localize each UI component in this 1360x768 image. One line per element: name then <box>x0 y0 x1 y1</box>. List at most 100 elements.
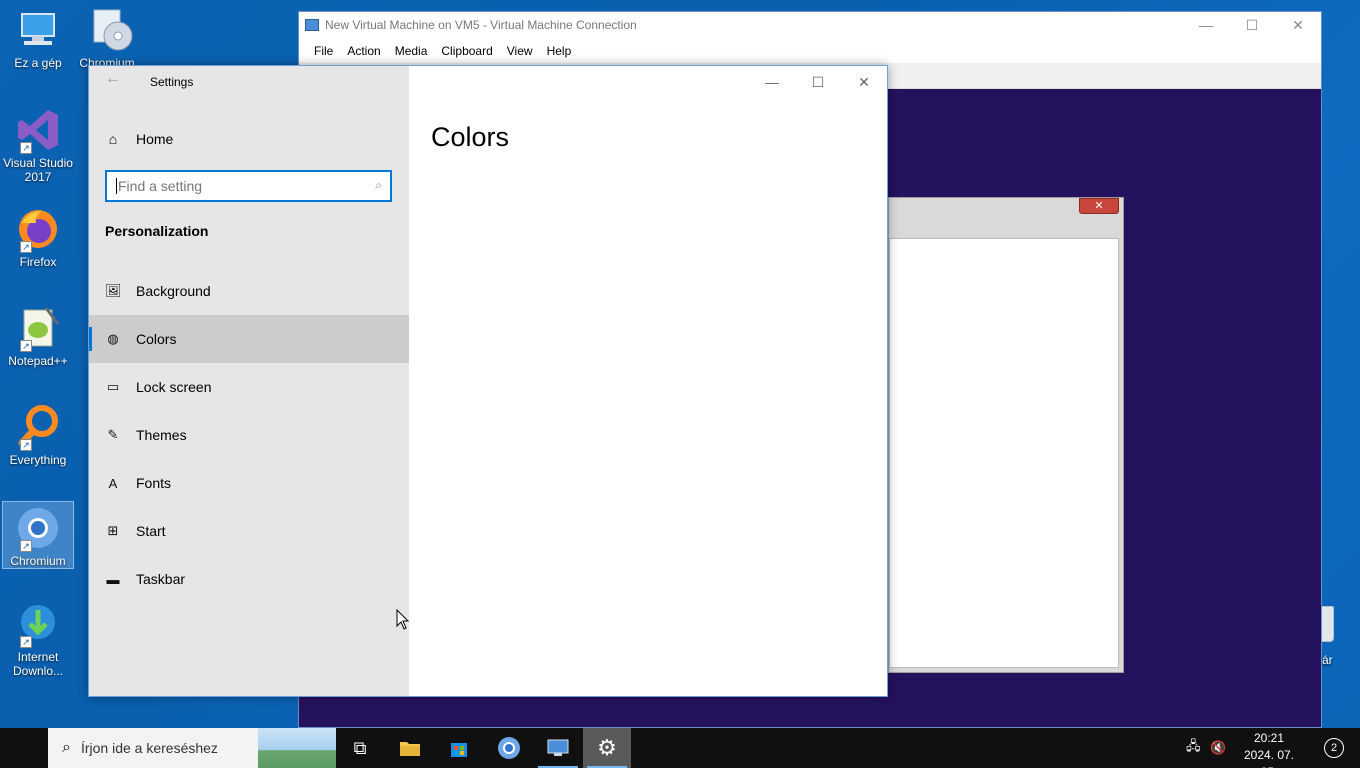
nav-item-colors[interactable]: ◍ Colors <box>89 315 409 363</box>
settings-app-title: Settings <box>150 75 194 89</box>
desktop-icon-this-pc[interactable]: Ez a gép <box>2 6 74 70</box>
minimize-icon[interactable]: — <box>749 66 795 98</box>
guest-dialog-close-button[interactable]: ✕ <box>1079 198 1119 214</box>
clock-time: 20:21 <box>1253 731 1285 745</box>
shortcut-arrow-icon: ↗ <box>20 241 32 253</box>
desktop-icon-internet-download[interactable]: ↗ Internet Downlo... <box>2 600 74 678</box>
volume-muted-icon[interactable]: 🔇 <box>1210 728 1226 768</box>
taskbar: ⌕ Írjon ide a kereséshez ⧉ ⚙ 🖧 🔇 20:21 2… <box>0 728 1360 768</box>
gear-icon: ⚙ <box>597 735 617 760</box>
minimize-icon[interactable]: — <box>1183 12 1229 38</box>
shortcut-arrow-icon: ↗ <box>20 439 32 451</box>
desktop-icon-label: Chromium <box>10 554 66 568</box>
start-button[interactable] <box>0 728 48 768</box>
taskbar-clock[interactable]: 20:21 2024. 07. 25. <box>1234 730 1304 768</box>
vm-window-title: New Virtual Machine on VM5 - Virtual Mac… <box>325 18 637 32</box>
store-icon <box>451 743 467 757</box>
settings-search-input[interactable]: Find a setting ⌕ <box>105 170 392 202</box>
close-icon[interactable]: ✕ <box>1275 12 1321 38</box>
nav-item-fonts[interactable]: A Fonts <box>89 459 409 507</box>
settings-window-controls: — ☐ ✕ <box>749 66 887 98</box>
desktop-icon-label: Firefox <box>19 255 57 269</box>
recycle-bin-label: ár <box>1322 653 1333 667</box>
desktop-icon-label: Internet Downlo... <box>12 650 64 678</box>
search-icon[interactable]: ⌕ <box>375 178 382 193</box>
shortcut-arrow-icon: ↗ <box>20 340 32 352</box>
start-icon: ⊞ <box>107 523 119 538</box>
lock-screen-icon: ▭ <box>106 379 120 394</box>
nav-item-label: Fonts <box>136 475 172 491</box>
nav-item-themes[interactable]: ✎ Themes <box>89 411 409 459</box>
desktop-icon-chromium-installer[interactable]: Chromium... <box>76 6 148 70</box>
firefox-icon: ↗ <box>14 205 62 253</box>
back-arrow-icon[interactable]: ← <box>105 70 121 88</box>
task-view-button[interactable]: ⧉ <box>336 728 384 768</box>
computer-icon <box>14 6 62 54</box>
notepadpp-icon: ↗ <box>14 304 62 352</box>
nav-item-background[interactable]: 🖼 Background <box>89 267 409 315</box>
palette-icon: ◍ <box>107 331 119 346</box>
menu-clipboard[interactable]: Clipboard <box>434 44 499 58</box>
nav-item-taskbar[interactable]: ▬ Taskbar <box>89 555 409 603</box>
clock-date: 2024. 07. 25. <box>1243 748 1295 768</box>
menu-view[interactable]: View <box>500 44 540 58</box>
shortcut-arrow-icon: ↗ <box>20 540 32 552</box>
mouse-cursor-icon <box>396 609 410 630</box>
close-icon[interactable]: ✕ <box>841 66 887 98</box>
desktop-icon-visual-studio[interactable]: ↗ Visual Studio 2017 <box>2 106 74 184</box>
internet-download-manager-icon: ↗ <box>14 600 62 648</box>
guest-dialog: ✕ <box>888 197 1124 673</box>
taskbar-search-placeholder: Írjon ide a kereséshez <box>80 740 218 756</box>
store-button[interactable] <box>435 728 483 768</box>
desktop-icon-label: Everything <box>9 453 67 467</box>
menu-action[interactable]: Action <box>340 44 387 58</box>
search-icon: ⌕ <box>62 739 71 756</box>
chromium-icon <box>498 737 520 759</box>
home-label: Home <box>136 131 174 147</box>
nav-item-start[interactable]: ⊞ Start <box>89 507 409 555</box>
chromium-icon: ↗ <box>14 504 62 552</box>
settings-taskbar-button[interactable]: ⚙ <box>583 728 631 768</box>
task-view-icon: ⧉ <box>353 737 367 758</box>
nav-item-lock-screen[interactable]: ▭ Lock screen <box>89 363 409 411</box>
maximize-icon[interactable]: ☐ <box>1229 12 1275 38</box>
maximize-icon[interactable]: ☐ <box>795 66 841 98</box>
desktop-icon-label: Visual Studio 2017 <box>3 156 73 184</box>
settings-sidebar: ← Settings ⌂ Home Find a setting ⌕ Perso… <box>89 66 409 696</box>
guest-dialog-body <box>889 238 1119 668</box>
folder-icon <box>400 742 420 756</box>
nav-item-label: Start <box>136 523 166 539</box>
desktop-icon-firefox[interactable]: ↗ Firefox <box>2 205 74 269</box>
page-title: Colors <box>431 122 510 152</box>
network-icon[interactable]: 🖧 <box>1186 728 1201 768</box>
menu-file[interactable]: File <box>307 44 340 58</box>
shortcut-arrow-icon: ↗ <box>20 142 32 154</box>
picture-icon: 🖼 <box>105 283 122 298</box>
menu-media[interactable]: Media <box>388 44 435 58</box>
desktop-icon-notepadpp[interactable]: ↗ Notepad++ <box>2 304 74 368</box>
desktop-icon-everything[interactable]: ↗ Everything <box>2 403 74 467</box>
search-highlight-illustration <box>258 728 336 768</box>
notification-center-button[interactable]: 2 <box>1324 738 1344 758</box>
nav-item-label: Themes <box>136 427 187 443</box>
vm-connection-app-icon <box>305 19 319 31</box>
taskbar-icon: ▬ <box>106 571 120 587</box>
home-nav-item[interactable]: ⌂ Home <box>105 128 174 150</box>
vm-connection-taskbar-button[interactable] <box>534 728 582 768</box>
taskbar-search-box[interactable]: ⌕ Írjon ide a kereséshez <box>48 728 336 768</box>
vm-titlebar[interactable]: New Virtual Machine on VM5 - Virtual Mac… <box>299 12 1321 38</box>
settings-window: ← Settings ⌂ Home Find a setting ⌕ Perso… <box>88 65 888 697</box>
visual-studio-icon: ↗ <box>14 106 62 154</box>
search-placeholder: Find a setting <box>118 178 203 194</box>
menu-help[interactable]: Help <box>540 44 579 58</box>
desktop-icon-chromium[interactable]: ↗ Chromium <box>2 501 74 569</box>
file-explorer-button[interactable] <box>386 728 434 768</box>
nav-item-label: Colors <box>136 331 177 347</box>
desktop-icon-label: Ez a gép <box>14 56 62 70</box>
vm-connection-icon <box>547 739 569 756</box>
home-icon: ⌂ <box>108 131 118 147</box>
everything-search-icon: ↗ <box>14 403 62 451</box>
shortcut-arrow-icon: ↗ <box>20 636 32 648</box>
text-caret <box>116 178 117 194</box>
chromium-taskbar-button[interactable] <box>485 728 533 768</box>
